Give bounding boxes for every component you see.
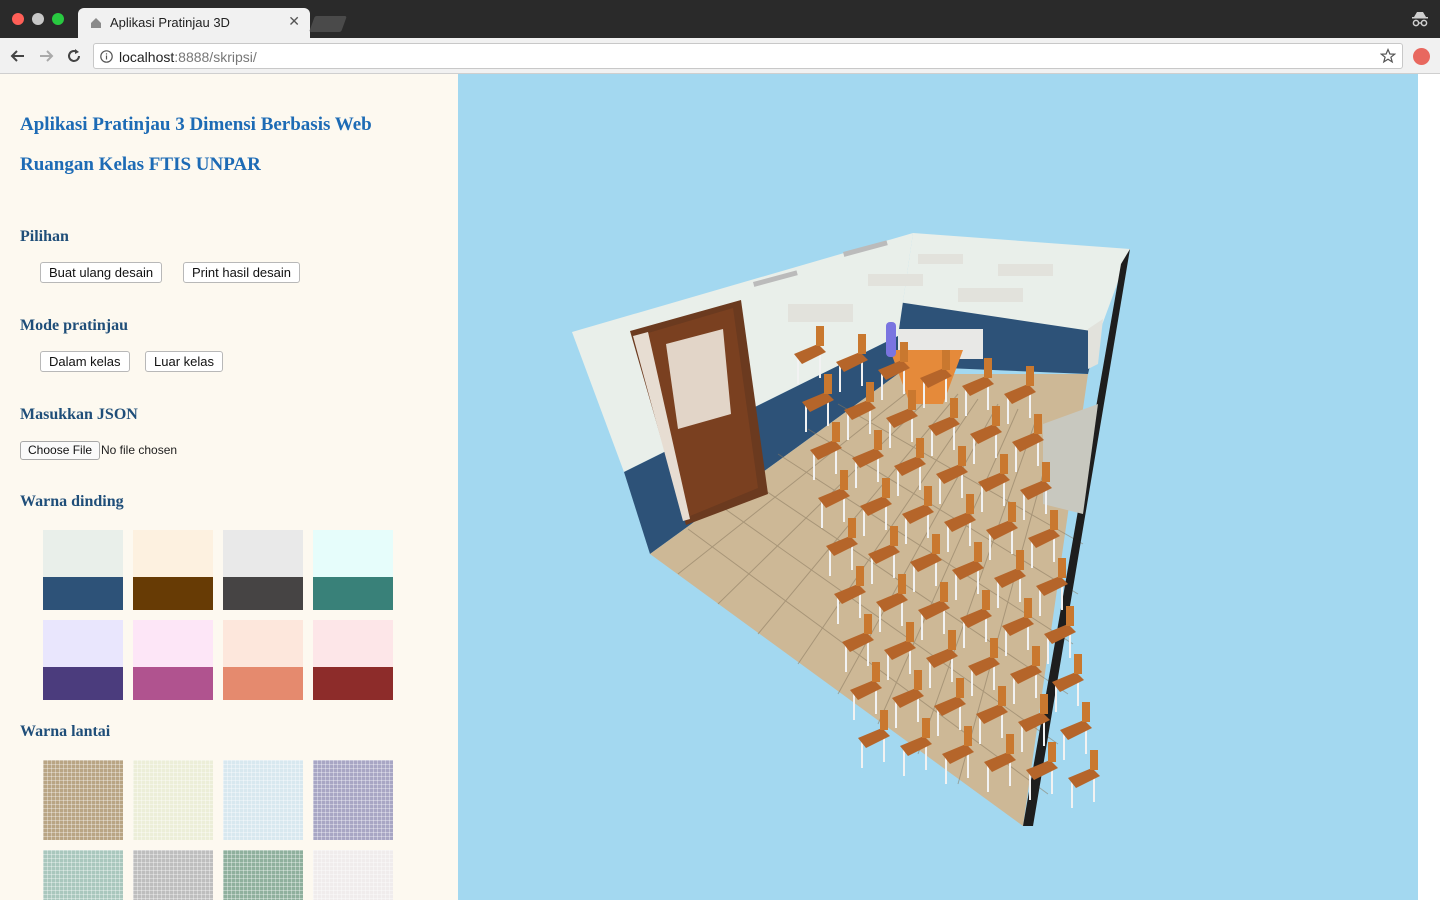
wall-color-bottom [223, 667, 303, 700]
browser-titlebar: Aplikasi Pratinjau 3D ✕ [0, 0, 1440, 38]
wall-color-title: Warna dinding [20, 493, 124, 510]
wall-color-bottom [133, 667, 213, 700]
close-window-button[interactable] [12, 13, 24, 25]
wall-color-swatch[interactable] [133, 530, 213, 610]
file-status: No file chosen [101, 443, 178, 457]
wall-color-top [133, 620, 213, 667]
back-arrow-icon[interactable] [8, 46, 28, 66]
ceiling-panel [918, 254, 963, 264]
address-bar[interactable]: localhost:8888/skripsi/ [93, 43, 1403, 69]
wall-color-bottom [223, 577, 303, 610]
ceiling-panel [998, 264, 1053, 276]
wall-color-bottom [43, 667, 123, 700]
wall-color-swatch[interactable] [133, 620, 213, 700]
wall-color-swatch[interactable] [223, 530, 303, 610]
floor-color-swatch[interactable] [43, 850, 123, 900]
wall-color-swatch[interactable] [43, 620, 123, 700]
wall-color-top [133, 530, 213, 577]
student-chair [1060, 702, 1092, 760]
bookmark-star-icon[interactable] [1380, 48, 1396, 64]
wall-color-swatch[interactable] [223, 620, 303, 700]
3d-viewport[interactable] [458, 74, 1418, 900]
classroom-3d-render[interactable] [458, 74, 1418, 900]
wall-color-top [313, 530, 393, 577]
floor-color-swatch[interactable] [313, 760, 393, 840]
outside-class-button[interactable]: Luar kelas [145, 351, 223, 372]
floor-color-swatch[interactable] [133, 850, 213, 900]
tab-close-icon[interactable]: ✕ [288, 13, 300, 30]
teacher-chair [886, 322, 896, 357]
tab-title: Aplikasi Pratinjau 3D [110, 15, 230, 30]
maximize-window-button[interactable] [52, 13, 64, 25]
floor-color-swatch[interactable] [313, 850, 393, 900]
wall-color-bottom [313, 577, 393, 610]
page-favicon-icon [91, 18, 101, 28]
wall-color-swatch[interactable] [313, 530, 393, 610]
wall-color-bottom [313, 667, 393, 700]
minimize-window-button[interactable] [32, 13, 44, 25]
floor-color-swatch[interactable] [223, 760, 303, 840]
wall-color-swatch[interactable] [43, 530, 123, 610]
inside-class-button[interactable]: Dalam kelas [40, 351, 130, 372]
wall-color-top [43, 530, 123, 577]
floor-color-swatch[interactable] [223, 850, 303, 900]
json-title: Masukkan JSON [20, 406, 138, 423]
ceiling-panel [958, 288, 1023, 302]
reload-icon[interactable] [64, 46, 84, 66]
rebuild-design-button[interactable]: Buat ulang desain [40, 262, 163, 283]
choose-file-button[interactable]: Choose File [20, 441, 101, 460]
ceiling-panel [868, 274, 923, 286]
site-info-icon[interactable] [100, 50, 113, 63]
wall-color-top [313, 620, 393, 667]
new-tab-button[interactable] [309, 16, 347, 32]
wall-color-bottom [43, 577, 123, 610]
pilihan-title: Pilihan [20, 228, 69, 245]
wall-color-top [223, 530, 303, 577]
wall-color-swatch[interactable] [313, 620, 393, 700]
wall-color-top [223, 620, 303, 667]
extension-icon[interactable] [1413, 48, 1430, 65]
browser-toolbar: localhost:8888/skripsi/ [0, 38, 1440, 74]
student-chair [1068, 750, 1100, 808]
ceiling-panel [788, 304, 853, 322]
browser-tab-active[interactable]: Aplikasi Pratinjau 3D ✕ [78, 8, 310, 38]
student-chair [858, 710, 890, 768]
floor-color-title: Warna lantai [20, 723, 111, 740]
print-design-button[interactable]: Print hasil desain [183, 262, 300, 283]
incognito-icon [1412, 12, 1428, 27]
floor-color-swatch[interactable] [133, 760, 213, 840]
control-panel: Aplikasi Pratinjau 3 Dimensi Berbasis We… [0, 74, 458, 900]
page-subtitle: Ruangan Kelas FTIS UNPAR [20, 154, 261, 175]
page-right-margin [1418, 74, 1440, 900]
wall-color-top [43, 620, 123, 667]
mode-title: Mode pratinjau [20, 317, 128, 334]
url-text: localhost:8888/skripsi/ [119, 49, 257, 65]
forward-arrow-icon[interactable] [36, 46, 56, 66]
page-title: Aplikasi Pratinjau 3 Dimensi Berbasis We… [20, 114, 372, 135]
floor-color-swatch[interactable] [43, 760, 123, 840]
wall-color-bottom [133, 577, 213, 610]
